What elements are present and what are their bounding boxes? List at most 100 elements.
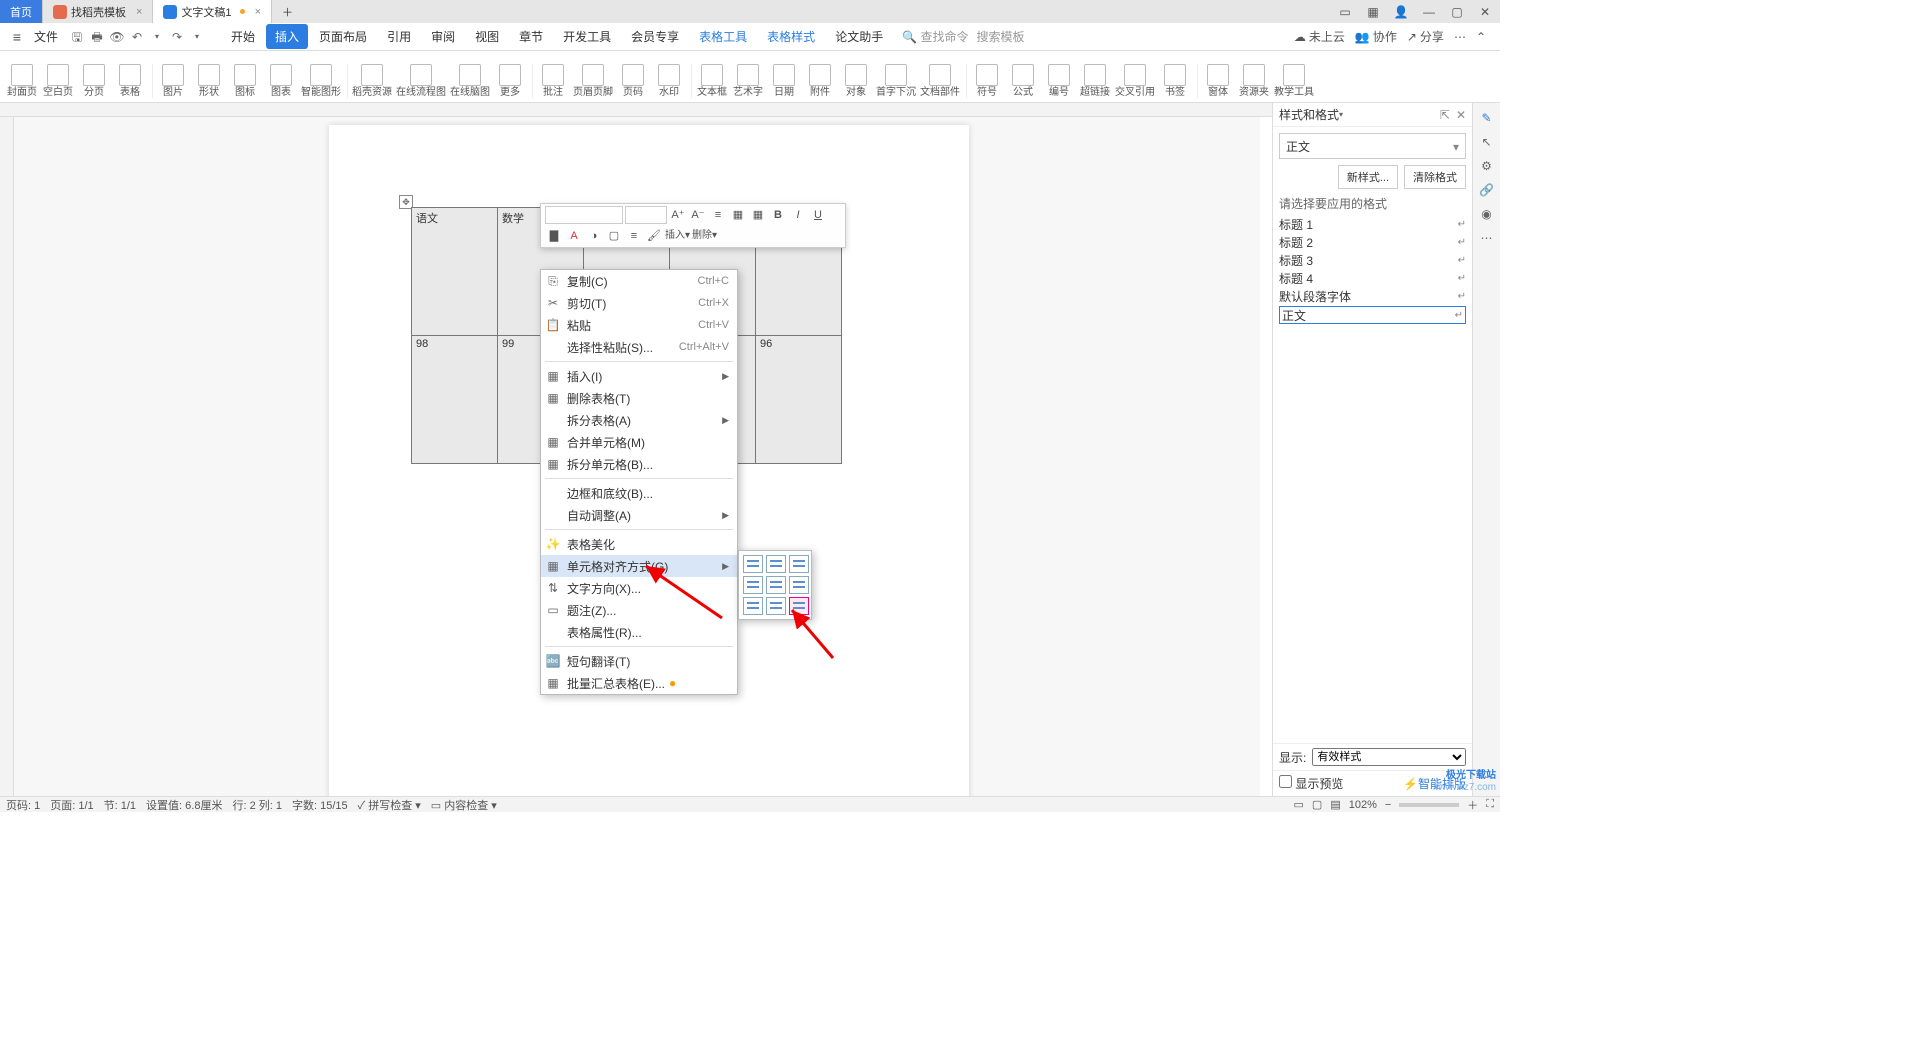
view-web-icon[interactable]: ▤ (1330, 798, 1340, 811)
context-menu-item[interactable]: ▦合并单元格(M) (541, 431, 737, 453)
clear-format-button[interactable]: 清除格式 (1404, 165, 1466, 189)
context-menu-item[interactable]: 拆分表格(A)▶ (541, 409, 737, 431)
ribbon-tab[interactable]: 会员专享 (622, 24, 688, 49)
user-icon[interactable]: 👤 (1392, 5, 1410, 19)
status-position[interactable]: 设置值: 6.8厘米 (146, 797, 222, 813)
new-tab-button[interactable]: ＋ (272, 0, 303, 23)
context-menu-item[interactable]: ✨表格美化 (541, 533, 737, 555)
ribbon-button[interactable]: 图片 (157, 64, 189, 98)
align-icon[interactable]: ≡ (625, 227, 643, 245)
preview-icon[interactable]: 👁 (108, 28, 126, 46)
save-icon[interactable]: 🖫 (68, 28, 86, 46)
status-chars[interactable]: 字数: 15/15 (292, 797, 348, 813)
context-menu-item[interactable]: ▦批量汇总表格(E)...● (541, 672, 737, 694)
context-menu-item[interactable]: 📋粘贴Ctrl+V (541, 314, 737, 336)
border-icon[interactable]: ▢ (605, 227, 623, 245)
cell[interactable]: 98 (412, 336, 498, 464)
ribbon-tab[interactable]: 开始 (222, 24, 264, 49)
align-top-left[interactable] (743, 555, 763, 573)
close-panel-icon[interactable]: ✕ (1456, 108, 1466, 122)
tab-templates[interactable]: 找稻壳模板× (43, 0, 153, 23)
align-middle-left[interactable] (743, 576, 763, 594)
zoom-in-icon[interactable]: ＋ (1467, 797, 1478, 813)
highlight-icon[interactable]: ▇ (545, 227, 563, 245)
insert-dropdown[interactable]: 插入▾ (665, 227, 690, 245)
ribbon-button[interactable]: 符号 (971, 64, 1003, 98)
ribbon-button[interactable]: 空白页 (42, 64, 74, 98)
ribbon-button[interactable]: 日期 (768, 64, 800, 98)
view-print-icon[interactable]: ▭ (1294, 798, 1304, 811)
split-icon[interactable]: ▦ (749, 206, 767, 224)
ribbon-tab[interactable]: 视图 (466, 24, 508, 49)
show-select[interactable]: 有效样式 (1312, 748, 1466, 766)
ruler-vertical[interactable] (0, 117, 14, 796)
ribbon-button[interactable]: 交叉引用 (1115, 64, 1155, 98)
close-button[interactable]: ✕ (1476, 5, 1494, 19)
new-style-button[interactable]: 新样式... (1338, 165, 1398, 189)
ribbon-button[interactable]: 在线流程图 (396, 64, 446, 98)
context-menu-item[interactable]: 🔤短句翻译(T) (541, 650, 737, 672)
print-icon[interactable]: 🖶 (88, 28, 106, 46)
status-section[interactable]: 节: 1/1 (104, 797, 136, 813)
hamburger-icon[interactable]: ≡ (6, 29, 28, 45)
bold-icon[interactable]: B (769, 206, 787, 224)
status-page[interactable]: 页码: 1 (6, 797, 40, 813)
shield-icon[interactable]: ◉ (1481, 207, 1491, 221)
file-menu[interactable]: 文件 (30, 28, 62, 45)
zoom-out-icon[interactable]: − (1385, 799, 1391, 811)
preview-checkbox[interactable]: 显示预览 (1279, 775, 1343, 792)
ribbon-button[interactable]: 形状 (193, 64, 225, 98)
ribbon-button[interactable]: 图标 (229, 64, 261, 98)
pencil-icon[interactable]: ✎ (1481, 111, 1491, 125)
tab-document[interactable]: 文字文稿1× (153, 0, 272, 23)
more-icon[interactable]: ⋯ (1454, 30, 1466, 44)
ribbon-button[interactable]: 批注 (537, 64, 569, 98)
ribbon-tab[interactable]: 开发工具 (554, 24, 620, 49)
ribbon-tab[interactable]: 引用 (378, 24, 420, 49)
undo-icon[interactable]: ↶ (128, 28, 146, 46)
ribbon-button[interactable]: 封面页 (6, 64, 38, 98)
ribbon-button[interactable]: 文本框 (696, 64, 728, 98)
format-painter-icon[interactable]: 🖌 (645, 227, 663, 245)
zoom-slider[interactable] (1399, 803, 1459, 807)
context-menu-item[interactable]: ▦拆分单元格(B)... (541, 453, 737, 475)
ribbon-button[interactable]: 文档部件 (920, 64, 960, 98)
redo-icon[interactable]: ↷ (168, 28, 186, 46)
font-size-input[interactable] (625, 206, 667, 224)
search-command[interactable]: 🔍 查找命令 (902, 28, 968, 45)
style-item[interactable]: 正文↵ (1279, 306, 1466, 324)
context-menu-item[interactable]: ▦单元格对齐方式(G)▶ (541, 555, 737, 577)
ribbon-button[interactable]: 分页 (78, 64, 110, 98)
context-menu-item[interactable]: ▦插入(I)▶ (541, 365, 737, 387)
shading-icon[interactable]: ◑ (585, 227, 603, 245)
ribbon-button[interactable]: 窗体 (1202, 64, 1234, 98)
close-icon[interactable]: × (136, 6, 142, 18)
ribbon-button[interactable]: 教学工具 (1274, 64, 1314, 98)
layout-icon[interactable]: ▭ (1336, 5, 1354, 19)
ribbon-tab[interactable]: 表格工具 (690, 24, 756, 49)
align-middle-right[interactable] (789, 576, 809, 594)
italic-icon[interactable]: I (789, 206, 807, 224)
collab-button[interactable]: 👥 协作 (1355, 28, 1397, 45)
ribbon-button[interactable]: 图表 (265, 64, 297, 98)
context-menu-item[interactable]: 边框和底纹(B)... (541, 482, 737, 504)
context-menu-item[interactable]: ✂剪切(T)Ctrl+X (541, 292, 737, 314)
ribbon-button[interactable]: 书签 (1159, 64, 1191, 98)
ribbon-button[interactable]: 对象 (840, 64, 872, 98)
zoom-value[interactable]: 102% (1349, 799, 1377, 811)
align-bottom-center[interactable] (766, 597, 786, 615)
ribbon-button[interactable]: 表格 (114, 64, 146, 98)
tab-home[interactable]: 首页 (0, 0, 43, 23)
maximize-button[interactable]: ▢ (1448, 5, 1466, 19)
cell[interactable]: 语文 (412, 208, 498, 336)
ribbon-tab[interactable]: 审阅 (422, 24, 464, 49)
ribbon-button[interactable]: 在线脑图 (450, 64, 490, 98)
ribbon-button[interactable]: 公式 (1007, 64, 1039, 98)
align-middle-center[interactable] (766, 576, 786, 594)
style-item[interactable]: 标题 2↵ (1279, 234, 1466, 252)
ribbon-button[interactable]: 页码 (617, 64, 649, 98)
ribbon-button[interactable]: 艺术字 (732, 64, 764, 98)
status-pages[interactable]: 页面: 1/1 (50, 797, 93, 813)
ribbon-button[interactable]: 首字下沉 (876, 64, 916, 98)
settings-icon[interactable]: ⚙ (1481, 159, 1492, 173)
